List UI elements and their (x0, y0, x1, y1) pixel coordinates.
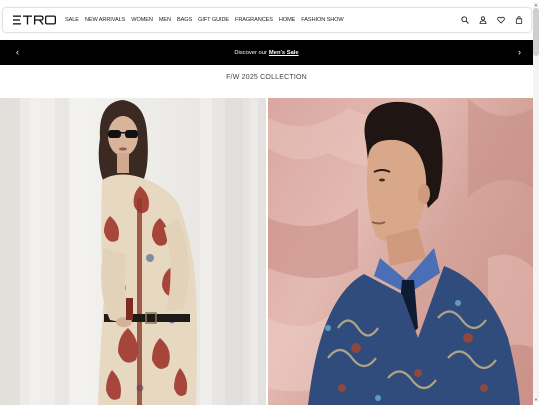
site-header: SALE NEW ARRIVALS WOMEN MEN BAGS GIFT GU… (3, 8, 531, 32)
collection-title[interactable]: F/W 2025 COLLECTION (0, 74, 533, 81)
nav-item-sale[interactable]: SALE (65, 17, 79, 23)
scroll-up-arrow[interactable]: ▲ (533, 2, 539, 7)
nav-item-gift-guide[interactable]: GIFT GUIDE (198, 17, 229, 23)
nav-item-new-arrivals[interactable]: NEW ARRIVALS (85, 17, 125, 23)
hero-image-women[interactable] (0, 98, 266, 405)
promo-next-arrow[interactable]: › (518, 46, 521, 58)
etro-logo-mark (13, 15, 57, 25)
promo-text: Discover our (234, 49, 267, 56)
account-icon[interactable] (478, 16, 487, 25)
nav-item-bags[interactable]: BAGS (177, 17, 192, 23)
page: SALE NEW ARRIVALS WOMEN MEN BAGS GIFT GU… (0, 0, 540, 405)
hero-image-men[interactable] (268, 98, 533, 405)
wishlist-icon[interactable] (496, 16, 505, 25)
header-icons (460, 16, 523, 25)
nav-item-fragrances[interactable]: FRAGRANCES (235, 17, 273, 23)
nav-item-fashion-show[interactable]: FASHION SHOW (301, 17, 343, 23)
promo-banner: ‹ Discover our Men's Sale › (0, 40, 533, 65)
etro-logo[interactable] (13, 15, 57, 25)
nav-item-men[interactable]: MEN (159, 17, 171, 23)
hero-men-illustration (268, 98, 533, 405)
promo-link-mens-sale[interactable]: Men's Sale (269, 50, 299, 56)
nav-item-women[interactable]: WOMEN (131, 17, 153, 23)
bag-icon[interactable] (514, 16, 523, 25)
hero-women-illustration (0, 98, 258, 405)
promo-prev-arrow[interactable]: ‹ (16, 46, 19, 58)
scroll-down-arrow[interactable]: ▼ (533, 397, 539, 402)
main-nav: SALE NEW ARRIVALS WOMEN MEN BAGS GIFT GU… (65, 17, 350, 23)
page-scrollbar[interactable]: ▲ ▼ (533, 2, 539, 402)
scroll-thumb[interactable] (533, 8, 539, 56)
nav-item-home[interactable]: HOME (279, 17, 295, 23)
search-icon[interactable] (460, 16, 469, 25)
